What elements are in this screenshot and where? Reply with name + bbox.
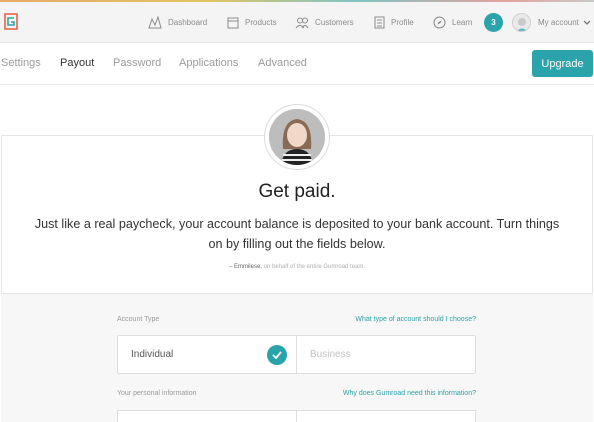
nav-dashboard-label: Dashboard: [168, 18, 208, 27]
gumroad-logo-icon[interactable]: [4, 13, 18, 30]
nav-customers[interactable]: Customers: [295, 2, 354, 43]
nav-profile-label: Profile: [391, 18, 414, 27]
tab-settings[interactable]: Settings: [1, 57, 41, 69]
notification-badge[interactable]: 3: [484, 13, 503, 32]
option-individual[interactable]: Individual: [118, 336, 296, 373]
nav-products-label: Products: [245, 18, 277, 27]
nav-learn[interactable]: Learn: [433, 2, 472, 43]
dashboard-icon: [148, 16, 162, 29]
chevron-down-icon: [583, 20, 591, 25]
nav-dashboard[interactable]: Dashboard: [148, 2, 207, 43]
tab-payout[interactable]: Payout: [60, 57, 94, 69]
settings-tabs: Settings Payout Password Applications Ad…: [0, 43, 594, 85]
option-business[interactable]: Business: [296, 336, 475, 373]
tab-advanced[interactable]: Advanced: [258, 57, 307, 69]
signature-text: on behalf of the entire Gumroad team.: [263, 264, 366, 270]
team-member-portrait: [264, 104, 330, 170]
checkmark-icon: [267, 345, 287, 365]
profile-icon: [374, 16, 385, 29]
account-label: My account: [538, 18, 579, 27]
products-icon: [227, 17, 239, 28]
tab-applications[interactable]: Applications: [179, 57, 238, 69]
nav-customers-label: Customers: [315, 18, 354, 27]
top-nav: Dashboard Products Customers Profile Lea…: [0, 2, 594, 43]
signature-name: – Emmilese,: [228, 264, 262, 270]
account-type-label: Account Type: [117, 316, 160, 323]
signature: – Emmilese, on behalf of the entire Gumr…: [0, 264, 594, 270]
nav-products[interactable]: Products: [227, 2, 277, 43]
option-individual-label: Individual: [131, 349, 174, 360]
personal-info-label: Your personal information: [117, 390, 197, 397]
account-type-help-link[interactable]: What type of account should I choose?: [300, 316, 476, 323]
intro-text: Just like a real paycheck, your account …: [34, 217, 560, 251]
tab-password[interactable]: Password: [113, 57, 161, 69]
page-title: Get paid.: [258, 181, 336, 202]
avatar[interactable]: [512, 13, 531, 32]
personal-info-help-link[interactable]: Why does Gumroad need this information?: [300, 390, 476, 397]
last-name-field[interactable]: [296, 411, 475, 422]
personal-info-fields: [117, 410, 476, 422]
nav-profile[interactable]: Profile: [374, 2, 414, 43]
account-type-selector: Individual Business: [117, 335, 476, 374]
first-name-field[interactable]: [118, 411, 296, 422]
compass-icon: [433, 16, 446, 29]
nav-learn-label: Learn: [452, 18, 473, 27]
option-business-label: Business: [310, 349, 351, 360]
upgrade-button[interactable]: Upgrade: [532, 50, 593, 77]
portrait-photo-icon: [269, 109, 325, 165]
customers-icon: [295, 17, 309, 28]
user-avatar-icon: [516, 18, 528, 31]
account-menu[interactable]: My account: [538, 2, 591, 43]
